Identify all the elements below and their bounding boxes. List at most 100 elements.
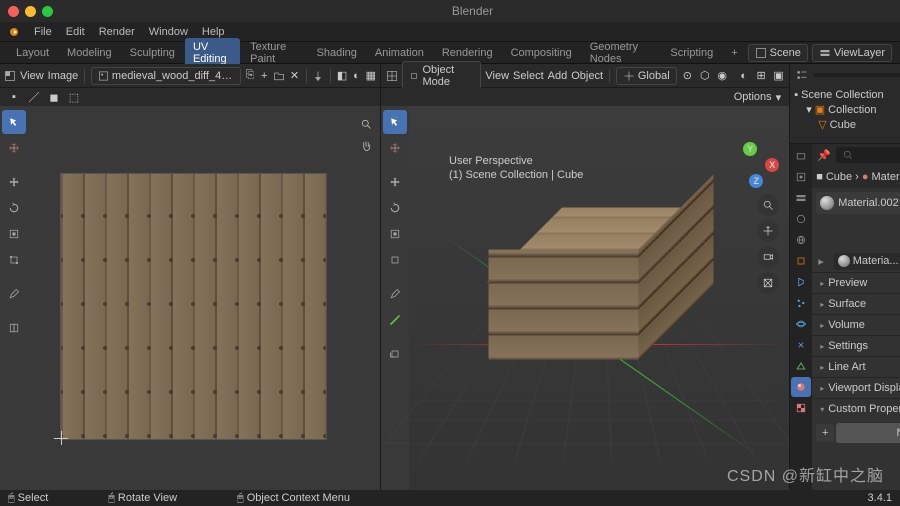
- tool-scale[interactable]: [2, 222, 26, 246]
- menu-help[interactable]: Help: [202, 26, 225, 38]
- material-slot[interactable]: Material.002: [816, 192, 900, 214]
- panel-lineart[interactable]: ▸Line Art: [812, 356, 900, 377]
- ptab-viewlayer[interactable]: [791, 188, 811, 208]
- open-image[interactable]: [273, 68, 285, 84]
- vp-tool-cursor[interactable]: [383, 136, 407, 160]
- vp-tool-annotate[interactable]: [383, 282, 407, 306]
- minimize-window[interactable]: [25, 6, 36, 17]
- vp-tool-move[interactable]: [383, 170, 407, 194]
- panel-surface[interactable]: ▸Surface: [812, 293, 900, 314]
- menu-window[interactable]: Window: [149, 26, 188, 38]
- vp-tool-rotate[interactable]: [383, 196, 407, 220]
- viewport-canvas[interactable]: User Perspective (1) Scene Collection | …: [409, 106, 789, 490]
- tab-compositing[interactable]: Compositing: [503, 44, 580, 62]
- tab-animation[interactable]: Animation: [367, 44, 432, 62]
- new-image[interactable]: +: [259, 68, 269, 84]
- tool-transform[interactable]: [2, 248, 26, 272]
- ptab-world[interactable]: [791, 230, 811, 250]
- vp-menu-add[interactable]: Add: [548, 70, 568, 82]
- tool-rotate[interactable]: [2, 196, 26, 220]
- gizmo-z[interactable]: Z: [749, 174, 763, 188]
- image-file-selector[interactable]: medieval_wood_diff_4k.jpg: [91, 67, 241, 85]
- options-dropdown[interactable]: Options: [734, 91, 772, 103]
- vp-pan-icon[interactable]: [757, 220, 779, 242]
- pin-icon[interactable]: [312, 68, 324, 84]
- add-custom-prop[interactable]: +: [816, 424, 834, 442]
- tab-rendering[interactable]: Rendering: [434, 44, 501, 62]
- outliner-search[interactable]: [814, 73, 900, 77]
- uv-display-icon[interactable]: ◧: [337, 68, 347, 84]
- maximize-window[interactable]: [42, 6, 53, 17]
- vp-menu-view[interactable]: View: [485, 70, 509, 82]
- menu-edit[interactable]: Edit: [66, 26, 85, 38]
- tool-annotate[interactable]: [2, 282, 26, 306]
- ptab-texture[interactable]: [791, 398, 811, 418]
- vp-menu-select[interactable]: Select: [513, 70, 544, 82]
- mode-selector[interactable]: Object Mode: [402, 61, 481, 91]
- tool-select-box[interactable]: [2, 110, 26, 134]
- xray-toggle[interactable]: ▣: [772, 68, 785, 84]
- ptab-data[interactable]: [791, 356, 811, 376]
- new-custom-property[interactable]: New: [836, 423, 900, 443]
- gizmo-x[interactable]: X: [765, 158, 779, 172]
- orientation-selector[interactable]: Global: [616, 67, 677, 85]
- uv-menu-image[interactable]: Image: [48, 70, 79, 82]
- uv-selectmode-island[interactable]: ⬚: [66, 89, 82, 105]
- ptab-physics[interactable]: [791, 314, 811, 334]
- viewport-editor-type[interactable]: [385, 68, 398, 84]
- tab-sculpting[interactable]: Sculpting: [122, 44, 183, 62]
- ptab-scene[interactable]: [791, 209, 811, 229]
- pin-props-icon[interactable]: 📌: [816, 147, 832, 163]
- proportional-icon[interactable]: ◉: [716, 68, 729, 84]
- tool-move[interactable]: [2, 170, 26, 194]
- ptab-output[interactable]: [791, 167, 811, 187]
- close-window[interactable]: [8, 6, 19, 17]
- ptab-object[interactable]: [791, 251, 811, 271]
- ptab-particles[interactable]: [791, 293, 811, 313]
- menu-render[interactable]: Render: [99, 26, 135, 38]
- tab-layout[interactable]: Layout: [8, 44, 57, 62]
- uv-selectmode-edge[interactable]: ／: [26, 89, 42, 105]
- uv-overlay-icon[interactable]: ▦: [366, 68, 376, 84]
- vp-tool-measure[interactable]: [383, 308, 407, 332]
- uv-selectmode-vert[interactable]: ▪: [6, 89, 22, 105]
- tab-uv-editing[interactable]: UV Editing: [185, 38, 240, 68]
- gizmo-y[interactable]: Y: [743, 142, 757, 156]
- panel-volume[interactable]: ▸Volume: [812, 314, 900, 335]
- crumb-object[interactable]: Cube: [826, 171, 852, 183]
- uv-canvas[interactable]: [28, 106, 380, 490]
- outliner-cube[interactable]: ▽Cube👁: [794, 117, 900, 132]
- menu-file[interactable]: File: [34, 26, 52, 38]
- material-selector[interactable]: Materia... ⎘3🛡✕: [834, 253, 900, 270]
- vp-tool-scale[interactable]: [383, 222, 407, 246]
- panel-preview[interactable]: ▸Preview: [812, 272, 900, 293]
- orientation-gizmo[interactable]: Y X Z: [733, 142, 779, 188]
- props-search[interactable]: [836, 147, 900, 163]
- zoom-icon[interactable]: [358, 116, 374, 132]
- panel-viewport-display[interactable]: ▸Viewport Display: [812, 377, 900, 398]
- tab-geometry-nodes[interactable]: Geometry Nodes: [582, 38, 661, 68]
- uv-selectmode-face[interactable]: ◼: [46, 89, 62, 105]
- vp-perspective-icon[interactable]: [757, 272, 779, 294]
- vp-tool-transform[interactable]: [383, 248, 407, 272]
- uv-shading-icon[interactable]: ◐: [351, 68, 361, 84]
- uv-menu-view[interactable]: View: [20, 70, 44, 82]
- pan-icon[interactable]: [358, 138, 374, 154]
- add-workspace[interactable]: +: [723, 44, 745, 62]
- ptab-constraints[interactable]: [791, 335, 811, 355]
- unlink-image[interactable]: ✕: [289, 68, 299, 84]
- vp-tool-select[interactable]: [383, 110, 407, 134]
- tab-shading[interactable]: Shading: [309, 44, 365, 62]
- panel-custom-properties[interactable]: ▾Custom Properties: [812, 398, 900, 419]
- ptab-render[interactable]: [791, 146, 811, 166]
- cursor-2d[interactable]: [54, 431, 68, 445]
- outliner-type-icon[interactable]: [794, 67, 810, 83]
- tool-cursor[interactable]: [2, 136, 26, 160]
- snap-icon[interactable]: ⬡: [698, 68, 711, 84]
- crumb-material[interactable]: Material....: [871, 171, 900, 183]
- outliner-scene[interactable]: ▪Scene Collection: [794, 88, 900, 102]
- vp-menu-object[interactable]: Object: [571, 70, 603, 82]
- overlay-toggle[interactable]: ⊞: [754, 68, 767, 84]
- vp-tool-add-cube[interactable]: [383, 342, 407, 366]
- ptab-material[interactable]: [791, 377, 811, 397]
